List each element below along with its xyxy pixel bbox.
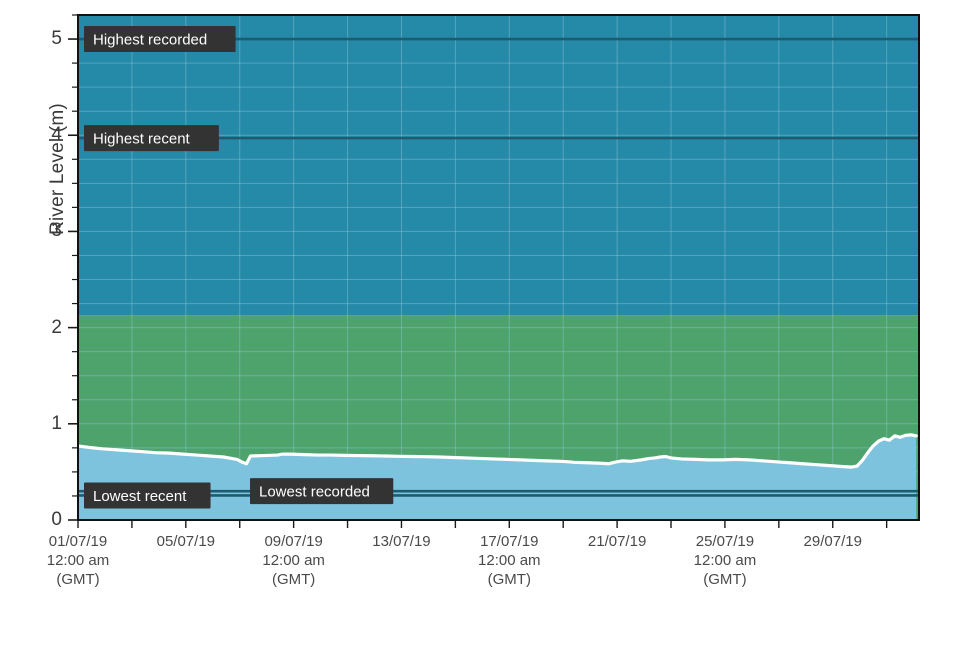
x-tick-label: 29/07/19	[804, 532, 862, 551]
lowest-recorded-label-text: Lowest recorded	[259, 484, 370, 501]
high-band	[78, 15, 919, 315]
x-tick-time: 12:00 am	[478, 551, 541, 570]
x-tick-label: 21/07/19	[588, 532, 646, 551]
highest-recent-label-text: Highest recent	[93, 131, 191, 148]
x-tick-timezone: (GMT)	[262, 570, 325, 589]
x-tick-timezone: (GMT)	[47, 570, 110, 589]
x-tick-timezone: (GMT)	[694, 570, 757, 589]
x-tick-date: 09/07/19	[262, 532, 325, 551]
x-tick-date: 25/07/19	[694, 532, 757, 551]
x-tick-date: 13/07/19	[372, 532, 430, 551]
lowest-recent-label: Lowest recent	[84, 482, 211, 508]
x-tick-label: 25/07/1912:00 am(GMT)	[694, 532, 757, 589]
x-tick-date: 01/07/19	[47, 532, 110, 551]
highest-recorded-label: Highest recorded	[84, 26, 236, 52]
x-tick-time: 12:00 am	[47, 551, 110, 570]
x-tick-date: 05/07/19	[157, 532, 215, 551]
highest-recent-label: Highest recent	[84, 125, 219, 151]
x-tick-timezone: (GMT)	[478, 570, 541, 589]
x-tick-label: 09/07/1912:00 am(GMT)	[262, 532, 325, 589]
x-tick-time: 12:00 am	[262, 551, 325, 570]
lowest-recent-label-text: Lowest recent	[93, 488, 187, 505]
y-tick-label: 2	[28, 318, 62, 337]
x-tick-label: 13/07/19	[372, 532, 430, 551]
lowest-recorded-label: Lowest recorded	[250, 478, 393, 504]
y-tick-label: 3	[28, 221, 62, 240]
y-tick-label: 1	[28, 414, 62, 433]
x-tick-time: 12:00 am	[694, 551, 757, 570]
river-level-chart: River Level (m) 012345 Highest recordedH…	[0, 0, 960, 660]
x-tick-date: 21/07/19	[588, 532, 646, 551]
y-tick-label: 0	[28, 510, 62, 529]
y-tick-label: 4	[28, 125, 62, 144]
background-bands	[78, 15, 919, 520]
x-tick-label: 01/07/1912:00 am(GMT)	[47, 532, 110, 589]
x-tick-label: 05/07/19	[157, 532, 215, 551]
y-tick-label: 5	[28, 29, 62, 48]
x-tick-date: 17/07/19	[478, 532, 541, 551]
x-tick-date: 29/07/19	[804, 532, 862, 551]
highest-recorded-label-text: Highest recorded	[93, 32, 207, 49]
x-tick-label: 17/07/1912:00 am(GMT)	[478, 532, 541, 589]
